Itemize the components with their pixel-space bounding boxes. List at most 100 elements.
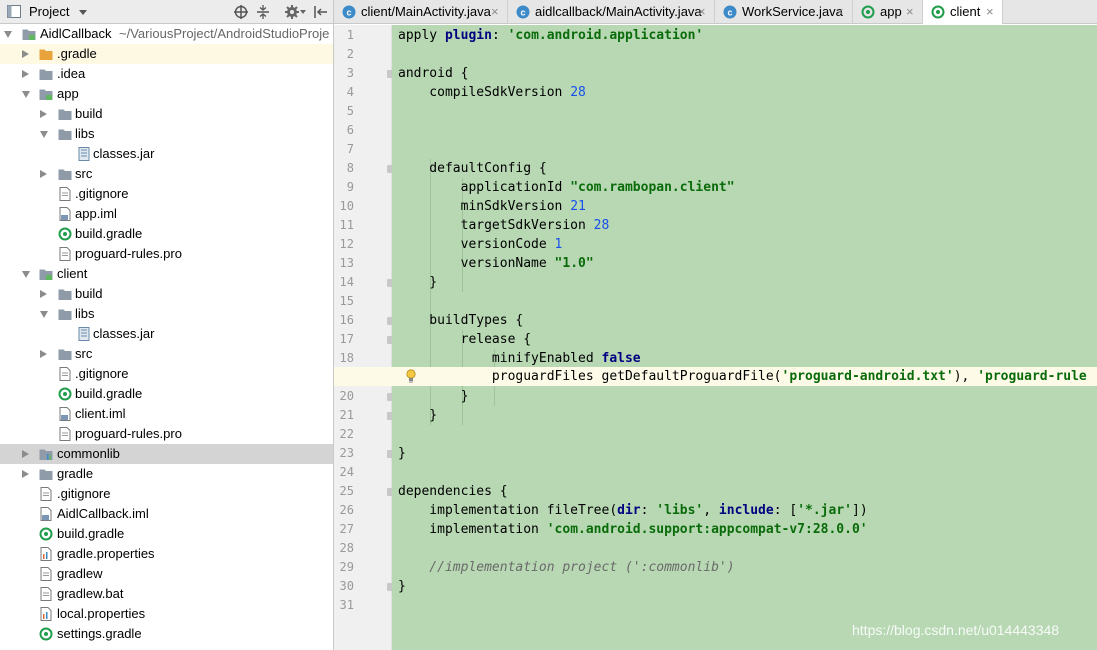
tree-item[interactable]: build.gradle [0,224,333,244]
code-line[interactable]: } [398,273,437,292]
tree-item[interactable]: .gitignore [0,364,333,384]
tree-item[interactable]: proguard-rules.pro [0,424,333,444]
tab-client-mainactivity[interactable]: c client/MainActivity.java × [334,0,508,24]
code-line[interactable]: compileSdkVersion 28 [398,83,586,102]
tree-item[interactable]: gradlew [0,564,333,584]
tree-item[interactable]: libs [0,304,333,324]
code-line[interactable]: versionCode 1 [398,235,563,254]
collapsed-arrow-icon[interactable] [40,109,47,118]
gear-icon[interactable] [284,4,300,20]
line-number: 21 [339,408,354,422]
code-line[interactable]: } [398,577,406,596]
tree-item[interactable]: app [0,84,333,104]
tree-item[interactable]: src [0,344,333,364]
tree-item[interactable]: gradle [0,464,333,484]
collapsed-arrow-icon[interactable] [22,449,29,458]
tree-item[interactable]: AidlCallback.iml [0,504,333,524]
tree-item[interactable]: src [0,164,333,184]
close-icon[interactable]: × [836,0,844,24]
tree-item[interactable]: AidlCallback ~/VariousProject/AndroidStud… [0,24,333,44]
tree-item[interactable]: gradle.properties [0,544,333,564]
code-line[interactable]: defaultConfig { [398,159,546,178]
code-editor[interactable]: apply plugin: 'com.android.application' a… [392,25,1097,650]
locate-icon[interactable] [233,4,249,20]
close-icon[interactable]: × [906,0,914,24]
tree-item[interactable]: .idea [0,64,333,84]
svg-text:c: c [346,8,351,18]
code-line[interactable]: //implementation project (':commonlib') [398,558,734,577]
tree-item[interactable]: build [0,284,333,304]
code-token: ), [953,369,978,384]
collapsed-arrow-icon[interactable] [22,469,29,478]
code-line[interactable]: buildTypes { [398,311,523,330]
project-view-title[interactable]: Project [29,4,69,19]
close-icon[interactable]: × [698,0,706,24]
code-line[interactable]: implementation fileTree(dir: 'libs', inc… [398,501,867,520]
tree-item[interactable]: libs [0,124,333,144]
expanded-arrow-icon[interactable] [40,131,48,138]
collapsed-arrow-icon[interactable] [22,69,29,78]
tab-client-gradle[interactable]: client × [923,0,1003,24]
close-icon[interactable]: × [491,0,499,24]
code-line[interactable]: dependencies { [398,482,508,501]
tree-item[interactable]: client.iml [0,404,333,424]
tab-workservice[interactable]: c WorkService.java × [715,0,853,24]
code-line[interactable]: implementation 'com.android.support:appc… [398,520,867,539]
expanded-arrow-icon[interactable] [4,31,12,38]
tree-item[interactable]: commonlib [0,444,333,464]
hide-panel-icon[interactable] [313,4,329,20]
code-line[interactable]: versionName "1.0" [398,254,594,273]
close-icon[interactable]: × [986,0,994,24]
gradle-icon [39,527,53,541]
tree-item[interactable]: classes.jar [0,144,333,164]
tree-item[interactable]: .gradle [0,44,333,64]
code-line[interactable]: applicationId "com.rambopan.client" [398,178,735,197]
gear-dropdown-icon[interactable] [300,10,306,14]
expanded-arrow-icon[interactable] [40,311,48,318]
tree-item[interactable]: gradlew.bat [0,584,333,604]
collapse-all-icon[interactable] [255,4,271,20]
tree-item-label: build.gradle [57,526,125,541]
tree-item[interactable]: settings.gradle [0,624,333,644]
line-number: 11 [339,218,354,232]
tree-item[interactable]: build.gradle [0,384,333,404]
tree-item[interactable]: build [0,104,333,124]
tree-item[interactable]: app.iml [0,204,333,224]
project-toolbar: Project [0,0,333,24]
code-line[interactable]: targetSdkVersion 28 [398,216,610,235]
tree-item[interactable]: proguard-rules.pro [0,244,333,264]
collapsed-arrow-icon[interactable] [22,49,29,58]
code-line[interactable]: android { [398,64,468,83]
expanded-arrow-icon[interactable] [22,271,30,278]
code-token: plugin [444,28,492,43]
tree-item[interactable]: classes.jar [0,324,333,344]
code-token: } [398,275,438,290]
tab-aidlcallback-mainactivity[interactable]: c aidlcallback/MainActivity.java × [508,0,715,24]
tree-item[interactable]: client [0,264,333,284]
line-number: 7 [346,142,354,156]
tree-item[interactable]: .gitignore [0,184,333,204]
properties-icon [40,607,52,621]
code-token: 'com.android.application' [507,28,704,43]
svg-text:c: c [520,8,525,18]
collapsed-arrow-icon[interactable] [40,349,47,358]
code-line[interactable]: apply plugin: 'com.android.application' [398,26,703,45]
code-line[interactable]: } [398,387,469,406]
chevron-down-icon[interactable] [79,10,87,15]
code-line[interactable]: minSdkVersion 21 [398,197,586,216]
properties-icon [40,547,52,561]
expanded-arrow-icon[interactable] [22,91,30,98]
collapsed-arrow-icon[interactable] [40,169,47,178]
tab-app-gradle[interactable]: app × [853,0,923,24]
collapsed-arrow-icon[interactable] [40,289,47,298]
tree-item[interactable]: build.gradle [0,524,333,544]
tree-item[interactable]: local.properties [0,604,333,624]
code-line[interactable]: } [398,444,406,463]
folder-icon [58,169,72,180]
code-line[interactable]: release { [398,330,531,349]
code-line[interactable]: minifyEnabled false [398,349,641,368]
tree-item-label: classes.jar [93,146,155,161]
code-line[interactable]: } [398,406,437,425]
code-line[interactable]: proguardFiles getDefaultProguardFile('pr… [398,367,1087,386]
tree-item[interactable]: .gitignore [0,484,333,504]
